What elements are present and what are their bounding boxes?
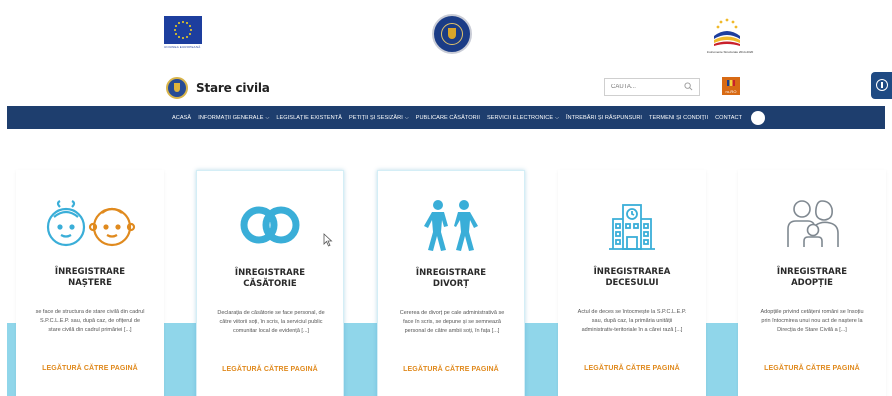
romania-flag-icon: [727, 80, 735, 86]
card-link[interactable]: LEGĂTURĂ CĂTRE PAGINĂ: [197, 366, 343, 373]
nav-item-6[interactable]: ÎNTREBĂRI ȘI RĂSPUNSURI: [566, 115, 642, 121]
card-nastere[interactable]: ÎNREGISTRARE NAȘTERE se face de structur…: [16, 170, 164, 396]
language-code: ro-RO: [725, 89, 737, 94]
nav-item-3[interactable]: PETIȚII ȘI SESIZĂRI ⌵: [349, 115, 409, 121]
eu-star-icon: [186, 22, 188, 25]
nav-item-7[interactable]: TERMENI ȘI CONDIȚII: [649, 115, 708, 121]
search-box: [604, 78, 700, 96]
contrast-toggle-button[interactable]: [751, 110, 766, 125]
nav-item-0[interactable]: ACASĂ: [172, 115, 191, 121]
card-description: se face de structura de stare civilă din…: [35, 309, 145, 333]
nav-item-8[interactable]: CONTACT: [715, 115, 742, 121]
babies-icon: [46, 200, 136, 247]
card-title: ÎNREGISTRARE DIVORȚ: [415, 268, 487, 289]
nav-item-1[interactable]: INFORMAȚII GENERALE ⌵: [198, 115, 269, 121]
card-title: ÎNREGISTRARE ADOPȚIE: [776, 267, 848, 288]
card-title: ÎNREGISTRARE CĂSĂTORIE: [234, 268, 306, 289]
eu-star-icon: [186, 35, 188, 38]
wedding-rings-icon: [240, 206, 300, 244]
card-description: Adopțiile privind cetățeni români se îns…: [760, 309, 864, 333]
card-link[interactable]: LEGĂTURĂ CĂTRE PAGINĂ: [558, 365, 706, 372]
card-title: ÎNREGISTRARE NAȘTERE: [54, 267, 126, 288]
search-input[interactable]: [611, 84, 681, 90]
card-description: Declarația de căsătorie se face personal…: [217, 310, 325, 334]
coat-of-arms-icon: [166, 77, 188, 99]
eu-star-icon: [182, 37, 184, 39]
nav-item-label: SERVICII ELECTRONICE: [486, 114, 554, 121]
search-icon[interactable]: [684, 82, 693, 91]
site-name: Stare civila: [196, 81, 270, 95]
nav-item-label: LEGISLAȚIE EXISTENTĂ: [276, 114, 343, 121]
nav-item-label: ÎNTREBĂRI ȘI RĂSPUNSURI: [565, 114, 643, 121]
page: UNIUNEA EUROPEANĂ Instrumente Structural…: [0, 0, 892, 396]
eu-caption: UNIUNEA EUROPEANĂ: [164, 45, 201, 49]
eu-star-icon: [178, 35, 180, 38]
mouse-cursor-icon: [323, 233, 333, 247]
chevron-down-icon: ⌵: [555, 114, 559, 121]
card-link[interactable]: LEGĂTURĂ CĂTRE PAGINĂ: [16, 365, 164, 372]
card-adoptie[interactable]: ÎNREGISTRARE ADOPȚIE Adopțiile privind c…: [738, 170, 886, 396]
nav-item-label: INFORMAȚII GENERALE: [198, 114, 264, 121]
card-link[interactable]: LEGĂTURĂ CĂTRE PAGINĂ: [738, 365, 886, 372]
nav-item-label: ACASĂ: [172, 114, 192, 121]
nav-item-2[interactable]: LEGISLAȚIE EXISTENTĂ: [276, 115, 342, 121]
accessibility-button[interactable]: [871, 72, 892, 99]
card-description: Actul de deces se întocmește la S.P.C.L.…: [577, 309, 687, 333]
government-seal-logo: [432, 14, 472, 54]
site-brand[interactable]: Stare civila: [166, 76, 270, 100]
eu-star-icon: [190, 29, 192, 31]
eu-star-icon: [182, 21, 184, 23]
nav-item-4[interactable]: PUBLICARE CĂSĂTORII: [416, 115, 480, 121]
partner-logos: UNIUNEA EUROPEANĂ Instrumente Structural…: [0, 14, 892, 58]
card-title: ÎNREGISTRAREA DECESULUI: [593, 267, 671, 288]
chevron-down-icon: ⌵: [265, 114, 270, 121]
nav-item-label: TERMENI ȘI CONDIȚII: [649, 114, 709, 121]
eu-star-icon: [175, 33, 178, 35]
mdr-caption: Instrumente Structurale 2014-2020: [706, 50, 754, 54]
divorce-couple-icon: [424, 200, 478, 251]
eu-star-icon: [175, 25, 178, 27]
card-divort[interactable]: ÎNREGISTRARE DIVORȚ Cererea de divorț pe…: [377, 170, 525, 396]
card-link[interactable]: LEGĂTURĂ CĂTRE PAGINĂ: [378, 366, 524, 373]
card-casatorie[interactable]: ÎNREGISTRARE CĂSĂTORIE Declarația de căs…: [196, 170, 344, 396]
chevron-down-icon: ⌵: [404, 114, 409, 121]
nav-item-5[interactable]: SERVICII ELECTRONICE ⌵: [487, 115, 559, 121]
language-selector[interactable]: ro-RO: [722, 77, 740, 95]
card-deces[interactable]: ÎNREGISTRAREA DECESULUI Actul de deces s…: [558, 170, 706, 396]
eu-star-icon: [188, 25, 191, 27]
hospital-building-icon: [609, 204, 655, 250]
eu-flag-logo: [164, 16, 202, 44]
nav-item-label: CONTACT: [715, 114, 743, 121]
family-adoption-icon: [787, 200, 839, 247]
eu-star-icon: [174, 29, 176, 31]
nav-item-label: PUBLICARE CĂSĂTORII: [415, 114, 480, 121]
eu-star-icon: [178, 22, 180, 25]
card-description: Cererea de divorț pe cale administrativă…: [399, 310, 505, 334]
main-navigation: ACASĂ INFORMAȚII GENERALE ⌵ LEGISLAȚIE EXIS…: [7, 106, 885, 129]
nav-item-label: PETIȚII ȘI SESIZĂRI: [349, 114, 403, 121]
eu-star-icon: [188, 33, 191, 35]
